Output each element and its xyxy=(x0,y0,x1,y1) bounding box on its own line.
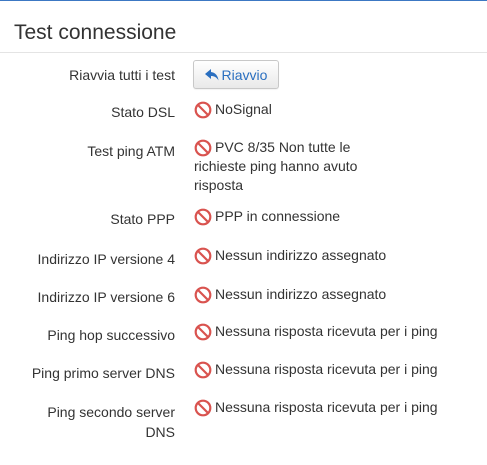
secondary-dns-ping-text: Nessuna risposta ricevuta per i ping xyxy=(215,399,438,415)
ipv6-address-value: Nessun indirizzo assegnato xyxy=(194,285,479,304)
ipv6-address-text: Nessun indirizzo assegnato xyxy=(215,286,387,302)
atm-ping-label: Test ping ATM xyxy=(87,143,175,159)
ipv4-address-text: Nessun indirizzo assegnato xyxy=(215,247,387,263)
restart-button-label: Riavvio xyxy=(221,66,268,83)
ban-icon xyxy=(194,361,212,379)
ipv4-address-value: Nessun indirizzo assegnato xyxy=(194,246,479,265)
next-hop-ping-text: Nessuna risposta ricevuta per i ping xyxy=(215,323,438,339)
restart-all-tests-label: Riavvia tutti i test xyxy=(69,67,175,83)
panel-title: Test connessione xyxy=(14,21,177,44)
secondary-dns-ping-label: Ping secondo server DNS xyxy=(47,404,175,440)
connection-test-panel: Test connessione Riavvia tutti i test Ri… xyxy=(0,0,487,465)
primary-dns-ping-label: Ping primo server DNS xyxy=(31,365,175,381)
dsl-status-value: NoSignal xyxy=(194,100,479,119)
ban-icon xyxy=(194,101,212,119)
secondary-dns-ping-value: Nessuna risposta ricevuta per i ping xyxy=(194,398,479,417)
ipv6-address-label: Indirizzo IP versione 6 xyxy=(37,289,175,305)
ban-icon xyxy=(194,286,212,304)
atm-ping-text: PVC 8/35 Non tutte le richieste ping han… xyxy=(194,139,358,193)
dsl-status-label: Stato DSL xyxy=(111,104,175,120)
ban-icon xyxy=(194,208,212,226)
restart-button[interactable]: Riavvio xyxy=(193,60,279,89)
ipv4-address-label: Indirizzo IP versione 4 xyxy=(37,251,175,267)
next-hop-ping-label: Ping hop successivo xyxy=(47,327,175,343)
ppp-status-label: Stato PPP xyxy=(110,211,175,227)
ban-icon xyxy=(194,247,212,265)
ban-icon xyxy=(194,139,212,157)
title-divider xyxy=(0,52,487,53)
ban-icon xyxy=(194,399,212,417)
next-hop-ping-value: Nessuna risposta ricevuta per i ping xyxy=(194,322,479,341)
dsl-status-text: NoSignal xyxy=(215,101,272,117)
primary-dns-ping-value: Nessuna risposta ricevuta per i ping xyxy=(194,360,479,379)
ban-icon xyxy=(194,323,212,341)
reply-icon xyxy=(204,68,219,80)
ppp-status-text: PPP in connessione xyxy=(215,208,341,224)
primary-dns-ping-text: Nessuna risposta ricevuta per i ping xyxy=(215,361,438,377)
atm-ping-value: PVC 8/35 Non tutte le richieste ping han… xyxy=(194,138,379,195)
ppp-status-value: PPP in connessione xyxy=(194,207,479,226)
